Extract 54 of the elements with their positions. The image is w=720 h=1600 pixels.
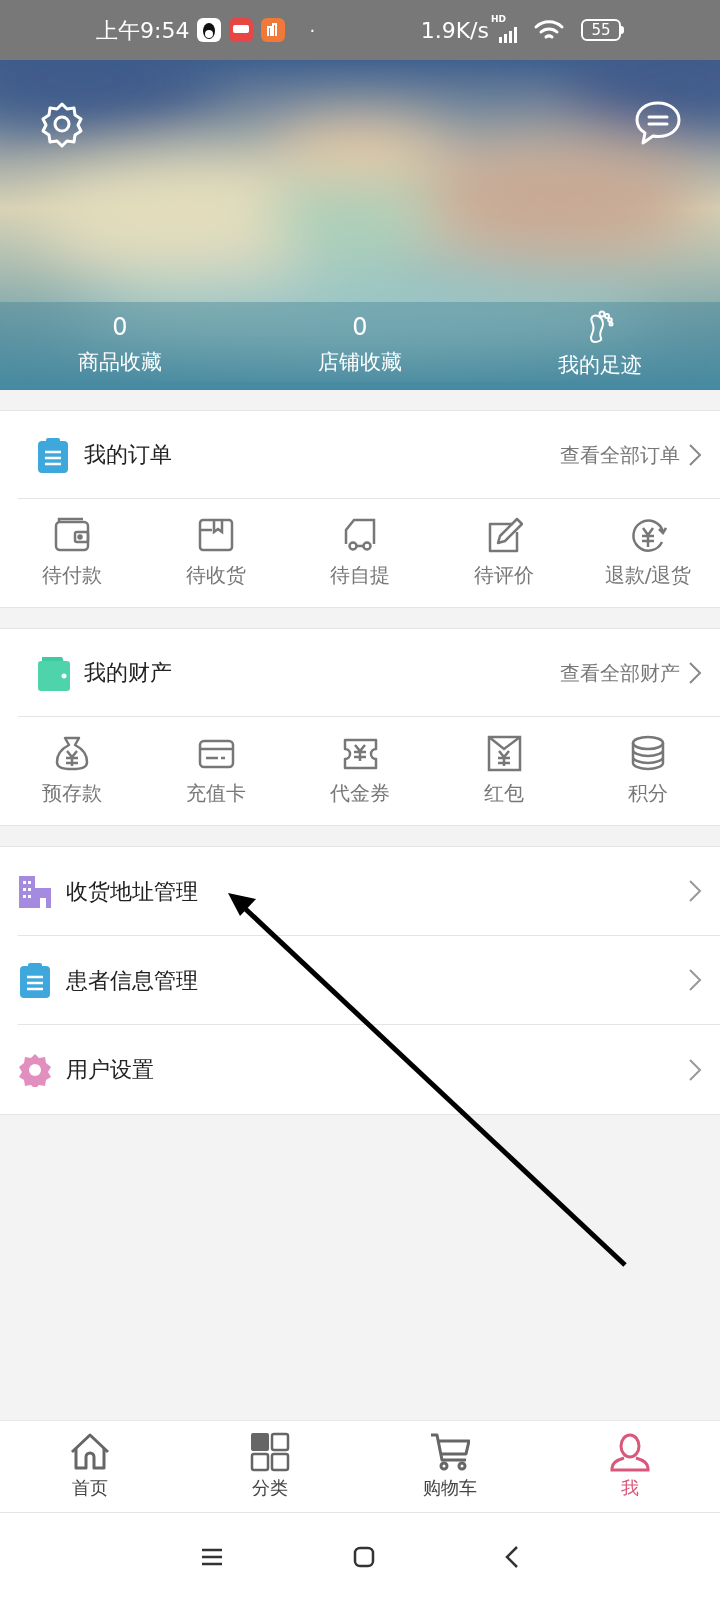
stat-count: 0: [112, 313, 128, 342]
stat-count: 0: [352, 313, 368, 342]
tab-item[interactable]: 分类: [180, 1421, 360, 1512]
view-all-link[interactable]: 查看全部财产: [560, 657, 702, 688]
box-icon: [197, 516, 235, 554]
clipboard-icon: [36, 435, 70, 474]
cart-icon: [430, 1432, 470, 1472]
tab-item[interactable]: 我: [540, 1421, 720, 1512]
section-title: 我的财产: [84, 659, 172, 687]
chevron-right-icon: [688, 442, 702, 467]
clock-time: 上午9:54: [96, 16, 190, 45]
battery-tip: [621, 26, 624, 34]
envelope-icon: [485, 734, 523, 772]
app-icon: [229, 18, 254, 42]
menu-item[interactable]: 用户设置: [18, 1025, 720, 1114]
network-type-label: HD: [491, 13, 506, 26]
order-status-button[interactable]: 待付款: [0, 516, 144, 590]
chevron-right-icon: [688, 1057, 702, 1082]
order-status-button[interactable]: 待评价: [432, 516, 576, 590]
asset-button[interactable]: 充值卡: [144, 734, 288, 808]
chevron-right-icon: [688, 968, 702, 992]
view-all-link[interactable]: 查看全部订单: [560, 439, 702, 470]
network-speed: 1.9K/s: [420, 16, 489, 45]
wallet-icon: [53, 516, 91, 554]
back-icon[interactable]: [505, 1544, 519, 1569]
tab-item[interactable]: 首页: [0, 1421, 180, 1512]
asset-button[interactable]: 红包: [432, 734, 576, 808]
stat-label[interactable]: 商品收藏: [78, 347, 162, 379]
battery-indicator: 55: [581, 19, 621, 41]
notification-dot: ·: [309, 18, 316, 43]
section-title: 我的订单: [84, 441, 172, 469]
order-status-button[interactable]: 待自提: [288, 516, 432, 590]
home-button-icon[interactable]: [353, 1545, 375, 1568]
refund-icon: [629, 516, 667, 554]
stat-label[interactable]: 店铺收藏: [318, 347, 402, 379]
money-bag-icon: [53, 734, 91, 772]
app-icon: [197, 18, 222, 42]
menu-icon[interactable]: [201, 1547, 223, 1566]
asset-button[interactable]: 积分: [576, 734, 720, 808]
chat-icon[interactable]: [634, 100, 682, 146]
menu-item[interactable]: 患者信息管理: [18, 936, 720, 1025]
order-status-button[interactable]: 退款/退货: [576, 516, 720, 590]
chevron-right-icon: [688, 660, 702, 685]
chevron-right-icon: [688, 879, 702, 903]
app-icon: [261, 18, 286, 42]
order-status-button[interactable]: 待收货: [144, 516, 288, 590]
grid-icon: [250, 1432, 290, 1472]
home-icon: [70, 1432, 110, 1472]
coins-icon: [629, 734, 667, 772]
asset-button[interactable]: 代金券: [288, 734, 432, 808]
tab-item[interactable]: 购物车: [360, 1421, 540, 1512]
person-icon: [610, 1432, 650, 1472]
stat-label[interactable]: 我的足迹: [558, 350, 642, 382]
asset-button[interactable]: 预存款: [0, 734, 144, 808]
